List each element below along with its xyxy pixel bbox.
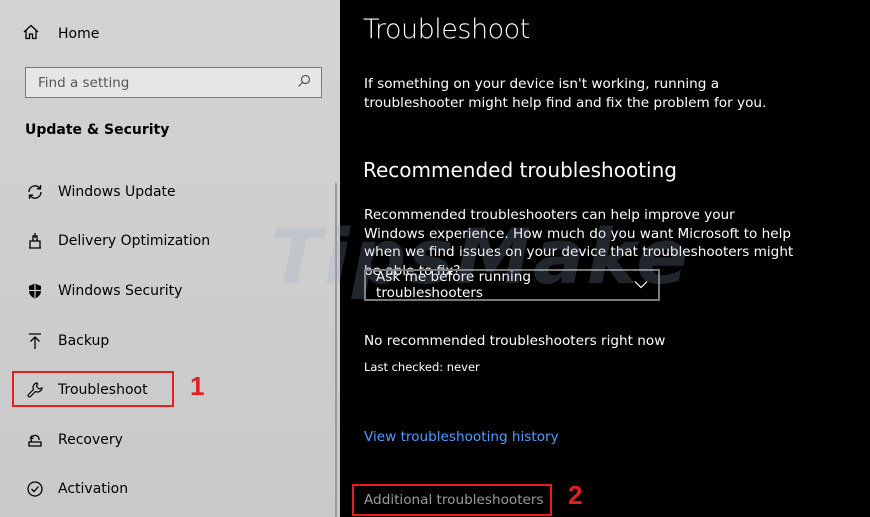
sidebar-item-windows-update[interactable]: Windows Update <box>0 167 340 217</box>
additional-troubleshooters-label: Additional troubleshooters <box>364 492 544 508</box>
search-icon[interactable] <box>297 74 311 92</box>
sidebar-item-backup[interactable]: Backup <box>0 316 340 366</box>
sidebar-item-windows-security[interactable]: Windows Security <box>0 266 340 316</box>
recommended-heading: Recommended troubleshooting <box>363 158 677 182</box>
chevron-down-icon <box>634 277 648 293</box>
troubleshoot-highlight-box <box>12 371 174 407</box>
sidebar-item-label: Windows Update <box>58 183 176 200</box>
sidebar-item-delivery-optimization[interactable]: Delivery Optimization <box>0 217 340 267</box>
search-input[interactable] <box>36 73 297 92</box>
recovery-icon <box>24 429 46 451</box>
sidebar-item-recovery[interactable]: Recovery <box>0 415 340 465</box>
section-title: Update & Security <box>25 122 170 138</box>
sidebar-item-label: Backup <box>58 332 110 349</box>
shield-icon <box>24 280 46 302</box>
sync-icon <box>24 181 46 203</box>
troubleshoot-preference-dropdown[interactable]: Ask me before running troubleshooters <box>364 269 660 301</box>
status-text: No recommended troubleshooters right now <box>364 333 666 349</box>
search-box[interactable] <box>25 67 322 98</box>
last-checked-text: Last checked: never <box>364 360 480 374</box>
dropdown-value: Ask me before running troubleshooters <box>376 269 532 301</box>
sidebar-item-label: Windows Security <box>58 282 183 299</box>
home-icon <box>22 23 44 45</box>
sidebar-item-label: Activation <box>58 481 129 498</box>
delivery-icon <box>24 230 46 252</box>
sidebar-nav: Windows Update Delivery Optimization Win… <box>0 167 340 514</box>
step-number-1: 1 <box>190 371 205 401</box>
home-nav-item[interactable]: Home <box>22 22 99 46</box>
checkmark-circle-icon <box>24 478 46 500</box>
backup-icon <box>24 330 46 352</box>
additional-troubleshooters-link[interactable]: Additional troubleshooters <box>352 484 552 516</box>
view-history-link[interactable]: View troubleshooting history <box>364 429 559 445</box>
settings-sidebar: Home Update & Security Windows Update De… <box>0 0 340 517</box>
sidebar-item-label: Recovery <box>58 431 123 448</box>
sidebar-item-activation[interactable]: Activation <box>0 465 340 515</box>
intro-text: If something on your device isn't workin… <box>364 76 767 111</box>
page-title: Troubleshoot <box>363 14 530 45</box>
step-number-2: 2 <box>568 480 583 510</box>
sidebar-scrollbar[interactable] <box>335 183 337 517</box>
sidebar-item-label: Delivery Optimization <box>58 233 211 250</box>
main-content: Troubleshoot If something on your device… <box>340 0 870 517</box>
home-label: Home <box>58 26 100 42</box>
